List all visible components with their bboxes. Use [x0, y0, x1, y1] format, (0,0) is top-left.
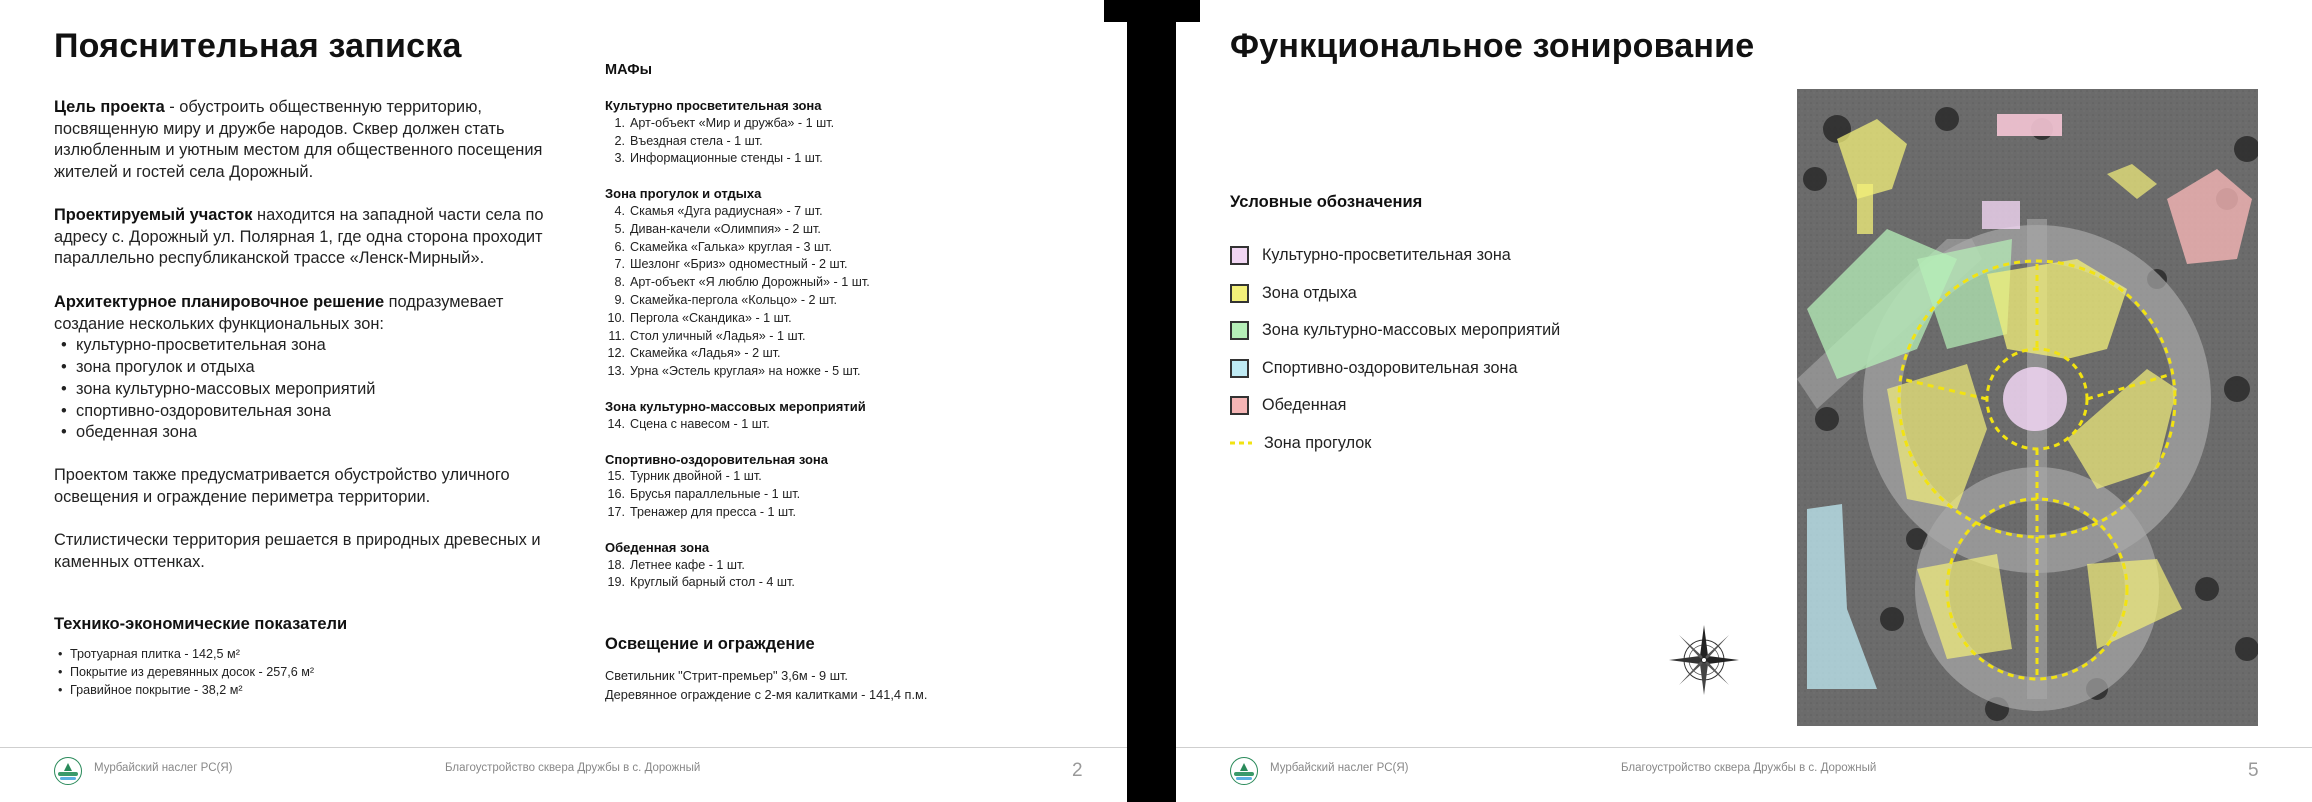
lighting-paragraph: Проектом также предусматривается обустро…	[54, 466, 510, 506]
footer-project: Благоустройство сквера Дружбы в с. Дорож…	[1621, 762, 1877, 774]
legend-item-cultural: Культурно-просветительная зона	[1230, 243, 1511, 267]
maf-list: 15. Турник двойной - 1 шт. 16. Брусья пара…	[605, 468, 1105, 521]
goal-label: Цель проекта	[54, 98, 165, 116]
binding-notch	[1176, 0, 1200, 22]
page-number: 5	[2248, 760, 2259, 781]
list-item: Тротуарная плитка - 142,5 м²	[54, 646, 554, 664]
maf-group-title: Зона культурно-массовых мероприятий	[605, 398, 866, 414]
list-item: 8. Арт-объект «Я люблю Дорожный» - 1 шт.	[614, 275, 870, 290]
footer-divider	[0, 747, 1127, 748]
arch-paragraph: Архитектурное планировочное решение подр…	[54, 292, 564, 444]
binding-notch	[1104, 0, 1127, 22]
maf-list: 1. Арт-объект «Мир и дружба» - 1 шт. 2. Въ…	[605, 115, 1105, 168]
light-fence-title: Освещение и ограждение	[605, 635, 815, 653]
list-item: Гравийное покрытие - 38,2 м²	[54, 682, 554, 700]
list-item: 4. Скамья «Дуга радиусная» - 7 шт.	[614, 203, 823, 218]
list-item: 1. Арт-объект «Мир и дружба» - 1 шт.	[614, 115, 835, 130]
legend-label: Культурно-просветительная зона	[1262, 245, 1511, 264]
light-fence-line: Светильник "Стрит-премьер" 3,6м - 9 шт.	[605, 668, 848, 683]
list-item: 14. Сцена с навесом - 1 шт.	[607, 416, 770, 431]
list-item: культурно-просветительная зона	[54, 335, 564, 357]
list-item: 7. Шезлонг «Бриз» одноместный - 2 шт.	[614, 257, 848, 272]
list-item: 9. Скамейка-пергола «Кольцо» - 2 шт.	[614, 292, 838, 307]
page-title: Пояснительная записка	[54, 27, 462, 65]
site-paragraph: Проектируемый участок находится на запад…	[54, 205, 564, 270]
legend-swatch	[1230, 358, 1249, 378]
list-item: 5. Диван-качели «Олимпия» - 2 шт.	[614, 221, 821, 236]
legend-label: Зона культурно-массовых мероприятий	[1262, 320, 1561, 339]
maf-group-title: Зона прогулок и отдыха	[605, 186, 762, 202]
maf-group-title: Обеденная зона	[605, 539, 710, 555]
list-item: 12. Скамейка «Ладья» - 2 шт.	[607, 346, 781, 361]
maf-group-title: Культурно просветительная зона	[605, 98, 822, 113]
list-item: зона прогулок и отдыха	[54, 357, 564, 379]
legend-swatch	[1230, 395, 1249, 415]
legend-swatch	[1230, 320, 1249, 340]
goal-paragraph: Цель проекта - обустроить общественную т…	[54, 97, 564, 184]
tep-block: Тротуарная плитка - 142,5 м² Покрытие из…	[54, 646, 554, 699]
site-label: Проектируемый участок	[54, 206, 253, 224]
maf-list: 14. Сцена с навесом - 1 шт.	[605, 416, 1105, 434]
org-logo	[54, 757, 82, 785]
tep-list: Тротуарная плитка - 142,5 м² Покрытие из…	[54, 646, 554, 699]
mafs-title: МАФы	[605, 62, 652, 78]
list-item: 15. Турник двойной - 1 шт.	[607, 469, 762, 484]
maf-list: 18. Летнее кафе - 1 шт. 19. Круглый барный…	[605, 557, 1105, 593]
maf-group-title: Спортивно-оздоровительная зона	[605, 451, 828, 467]
legend-swatch	[1230, 283, 1249, 303]
style-paragraph: Стилистически территория решается в прир…	[54, 531, 541, 571]
legend-label: Зона прогулок	[1264, 433, 1372, 452]
right-page: Функциональное зонирование Условные обоз…	[1176, 0, 2312, 802]
list-item: 11. Стол уличный «Ладья» - 1 шт.	[608, 328, 806, 343]
legend-label: Спортивно-оздоровительная зона	[1262, 358, 1518, 377]
list-item: 2. Въездная стела - 1 шт.	[614, 133, 763, 148]
list-item: обеденная зона	[54, 422, 564, 444]
list-item: 17. Тренажер для пресса - 1 шт.	[607, 504, 796, 519]
compass-rose-icon	[1669, 625, 1739, 695]
arch-label: Архитектурное планировочное решение	[54, 293, 385, 311]
legend-swatch	[1230, 245, 1249, 265]
tep-title: Технико-экономические показатели	[54, 615, 348, 633]
list-item: 16. Брусья параллельные - 1 шт.	[607, 487, 801, 502]
page-title: Функциональное зонирование	[1230, 27, 1755, 65]
legend-item-rest: Зона отдыха	[1230, 281, 1357, 305]
zones-list: культурно-просветительная зона зона прог…	[54, 335, 564, 444]
list-item: Покрытие из деревянных досок - 257,6 м²	[54, 664, 554, 682]
dashed-line-icon	[1230, 434, 1252, 453]
list-item: зона культурно-массовых мероприятий	[54, 379, 564, 401]
legend-item-walk: Зона прогулок	[1230, 431, 1371, 455]
page-number: 2	[1072, 760, 1083, 781]
footer-org: Мурбайский наслег РС(Я)	[94, 762, 233, 774]
list-item: спортивно-оздоровительная зона	[54, 401, 564, 423]
footer-project: Благоустройство сквера Дружбы в с. Дорож…	[445, 762, 701, 774]
list-item: 6. Скамейка «Галька» круглая - 3 шт.	[614, 239, 833, 254]
mafs-block: Культурно просветительная зона 1. Арт-объ…	[605, 97, 1105, 592]
light-fence-block: Светильник "Стрит-премьер" 3,6м - 9 шт. …	[605, 666, 1105, 704]
legend-item-dining: Обеденная	[1230, 393, 1346, 417]
maf-list: 4. Скамья «Дуга радиусная» - 7 шт. 5. Дива…	[605, 203, 1105, 381]
legend-item-sport: Спортивно-оздоровительная зона	[1230, 356, 1517, 380]
footer-divider	[1176, 747, 2312, 748]
light-fence-line: Деревянное ограждение с 2-мя калитками -…	[605, 687, 928, 702]
legend-item-events: Зона культурно-массовых мероприятий	[1230, 318, 1560, 342]
list-item: 19. Круглый барный стол - 4 шт.	[607, 575, 795, 590]
list-item: 3. Информационные стенды - 1 шт.	[614, 151, 823, 166]
left-page: Пояснительная записка Цель проекта - обу…	[0, 0, 1127, 802]
org-logo	[1230, 757, 1258, 785]
zoning-plan-map	[1797, 89, 2258, 726]
legend-title: Условные обозначения	[1230, 193, 1423, 211]
legend-label: Зона отдыха	[1262, 283, 1357, 302]
list-item: 18. Летнее кафе - 1 шт.	[607, 557, 745, 572]
footer-org: Мурбайский наслег РС(Я)	[1270, 762, 1409, 774]
legend-label: Обеденная	[1262, 395, 1347, 414]
list-item: 10. Пергола «Скандика» - 1 шт.	[607, 310, 792, 325]
list-item: 13. Урна «Эстель круглая» на ножке - 5 шт…	[607, 364, 861, 379]
